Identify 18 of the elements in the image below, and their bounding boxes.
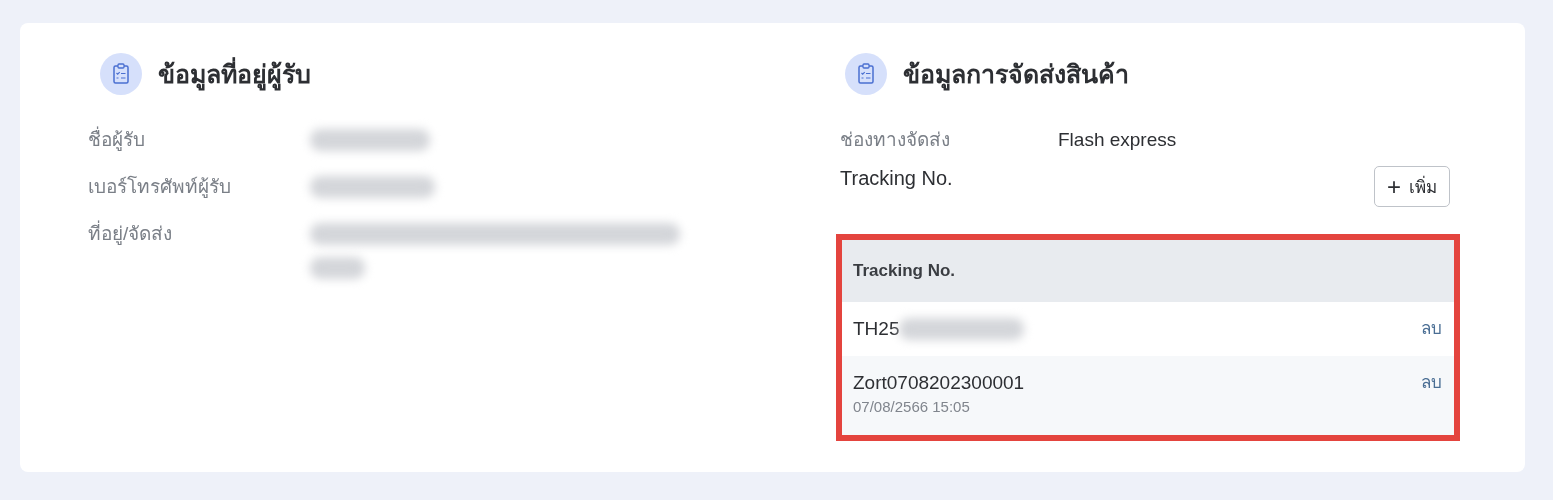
delete-link[interactable]: ลบ [1421,314,1442,344]
delete-link[interactable]: ลบ [1421,368,1442,398]
clipboard-icon [845,53,887,95]
table-cell-text: Zort0708202300001 [853,371,1025,395]
clipboard-icon [100,53,142,95]
column-header: Tracking No. [853,261,956,281]
field-value: Flash express [1058,128,1178,152]
field-label: ชื่อผู้รับ [88,123,310,157]
section-title: ข้อมูลที่อยู่ผู้รับ [158,54,311,94]
field-label: ที่อยู่/จัดส่ง [88,217,310,279]
blurred-text [310,257,365,279]
section-title: ข้อมูลการจัดส่งสินค้า [903,54,1129,94]
field-label: เบอร์โทรศัพท์ผู้รับ [88,174,232,200]
add-button[interactable]: + เพิ่ม [1374,166,1450,207]
field-label: ช่องทางจัดส่ง [840,128,951,152]
table-cell-text: TH25 [853,317,900,341]
timestamp: 07/08/2566 15:05 [853,398,971,415]
field-label: Tracking No. [840,166,953,191]
